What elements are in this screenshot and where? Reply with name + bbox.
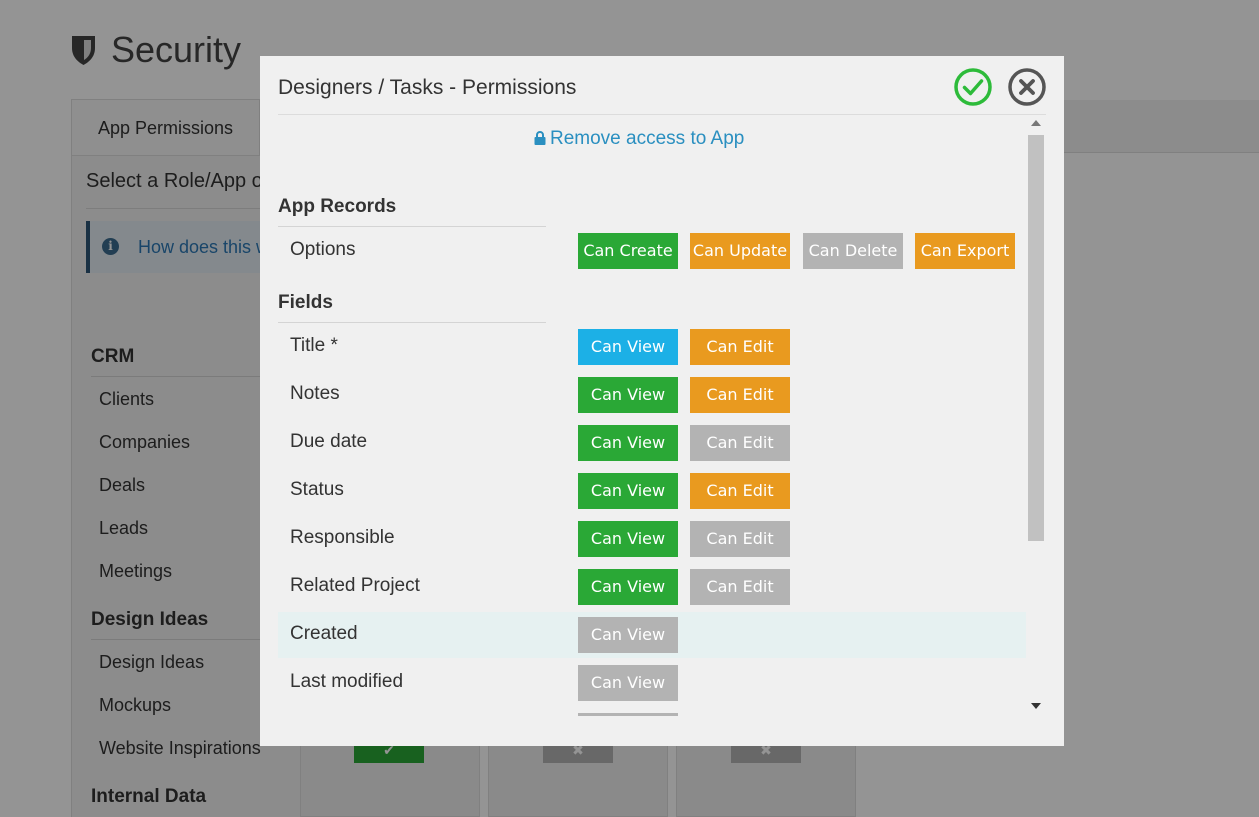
field-label: Responsible bbox=[290, 527, 395, 548]
field-label: Title * bbox=[290, 335, 338, 356]
scroll-down-icon[interactable] bbox=[1031, 703, 1041, 709]
can-view-button[interactable]: Can View bbox=[578, 617, 678, 653]
can-view-button[interactable] bbox=[578, 713, 678, 716]
check-circle-icon[interactable] bbox=[953, 67, 993, 107]
can-edit-button[interactable]: Can Edit bbox=[690, 329, 790, 365]
can-view-button[interactable]: Can View bbox=[578, 665, 678, 701]
can-edit-button[interactable]: Can Edit bbox=[690, 569, 790, 605]
can-update-button[interactable]: Can Update bbox=[690, 233, 790, 269]
scrollbar-thumb[interactable] bbox=[1028, 135, 1044, 541]
divider bbox=[278, 322, 546, 323]
can-edit-button[interactable]: Can Edit bbox=[690, 473, 790, 509]
field-label: Related Project bbox=[290, 575, 420, 596]
field-label: Due date bbox=[290, 431, 368, 452]
scroll-up-icon[interactable] bbox=[1031, 120, 1041, 126]
divider bbox=[278, 114, 1046, 115]
can-edit-button[interactable]: Can Edit bbox=[690, 425, 790, 461]
can-view-button[interactable]: Can View bbox=[578, 377, 678, 413]
field-label: Notes bbox=[290, 383, 340, 404]
can-view-button[interactable]: Can View bbox=[578, 521, 678, 557]
field-label: Last modified bbox=[290, 671, 404, 692]
can-view-button[interactable]: Can View bbox=[578, 569, 678, 605]
remove-access-label: Remove access to App bbox=[550, 128, 745, 149]
field-label: Status bbox=[290, 479, 344, 500]
close-circle-icon[interactable] bbox=[1007, 67, 1047, 107]
row-label: Options bbox=[290, 239, 356, 260]
can-delete-button[interactable]: Can Delete bbox=[803, 233, 903, 269]
field-label: Created bbox=[290, 623, 358, 644]
permissions-modal: Designers / Tasks - Permissions Remove a… bbox=[260, 56, 1064, 746]
section-header-fields: Fields bbox=[278, 292, 333, 313]
can-export-button[interactable]: Can Export bbox=[915, 233, 1015, 269]
can-create-button[interactable]: Can Create bbox=[578, 233, 678, 269]
section-header-app-records: App Records bbox=[278, 196, 397, 217]
can-view-button[interactable]: Can View bbox=[578, 329, 678, 365]
can-view-button[interactable]: Can View bbox=[578, 425, 678, 461]
lock-icon bbox=[534, 131, 546, 145]
remove-access-link[interactable]: Remove access to App bbox=[534, 128, 744, 150]
can-view-button[interactable]: Can View bbox=[578, 473, 678, 509]
can-edit-button[interactable]: Can Edit bbox=[690, 377, 790, 413]
modal-title: Designers / Tasks - Permissions bbox=[278, 76, 577, 99]
can-edit-button[interactable]: Can Edit bbox=[690, 521, 790, 557]
divider bbox=[278, 226, 546, 227]
